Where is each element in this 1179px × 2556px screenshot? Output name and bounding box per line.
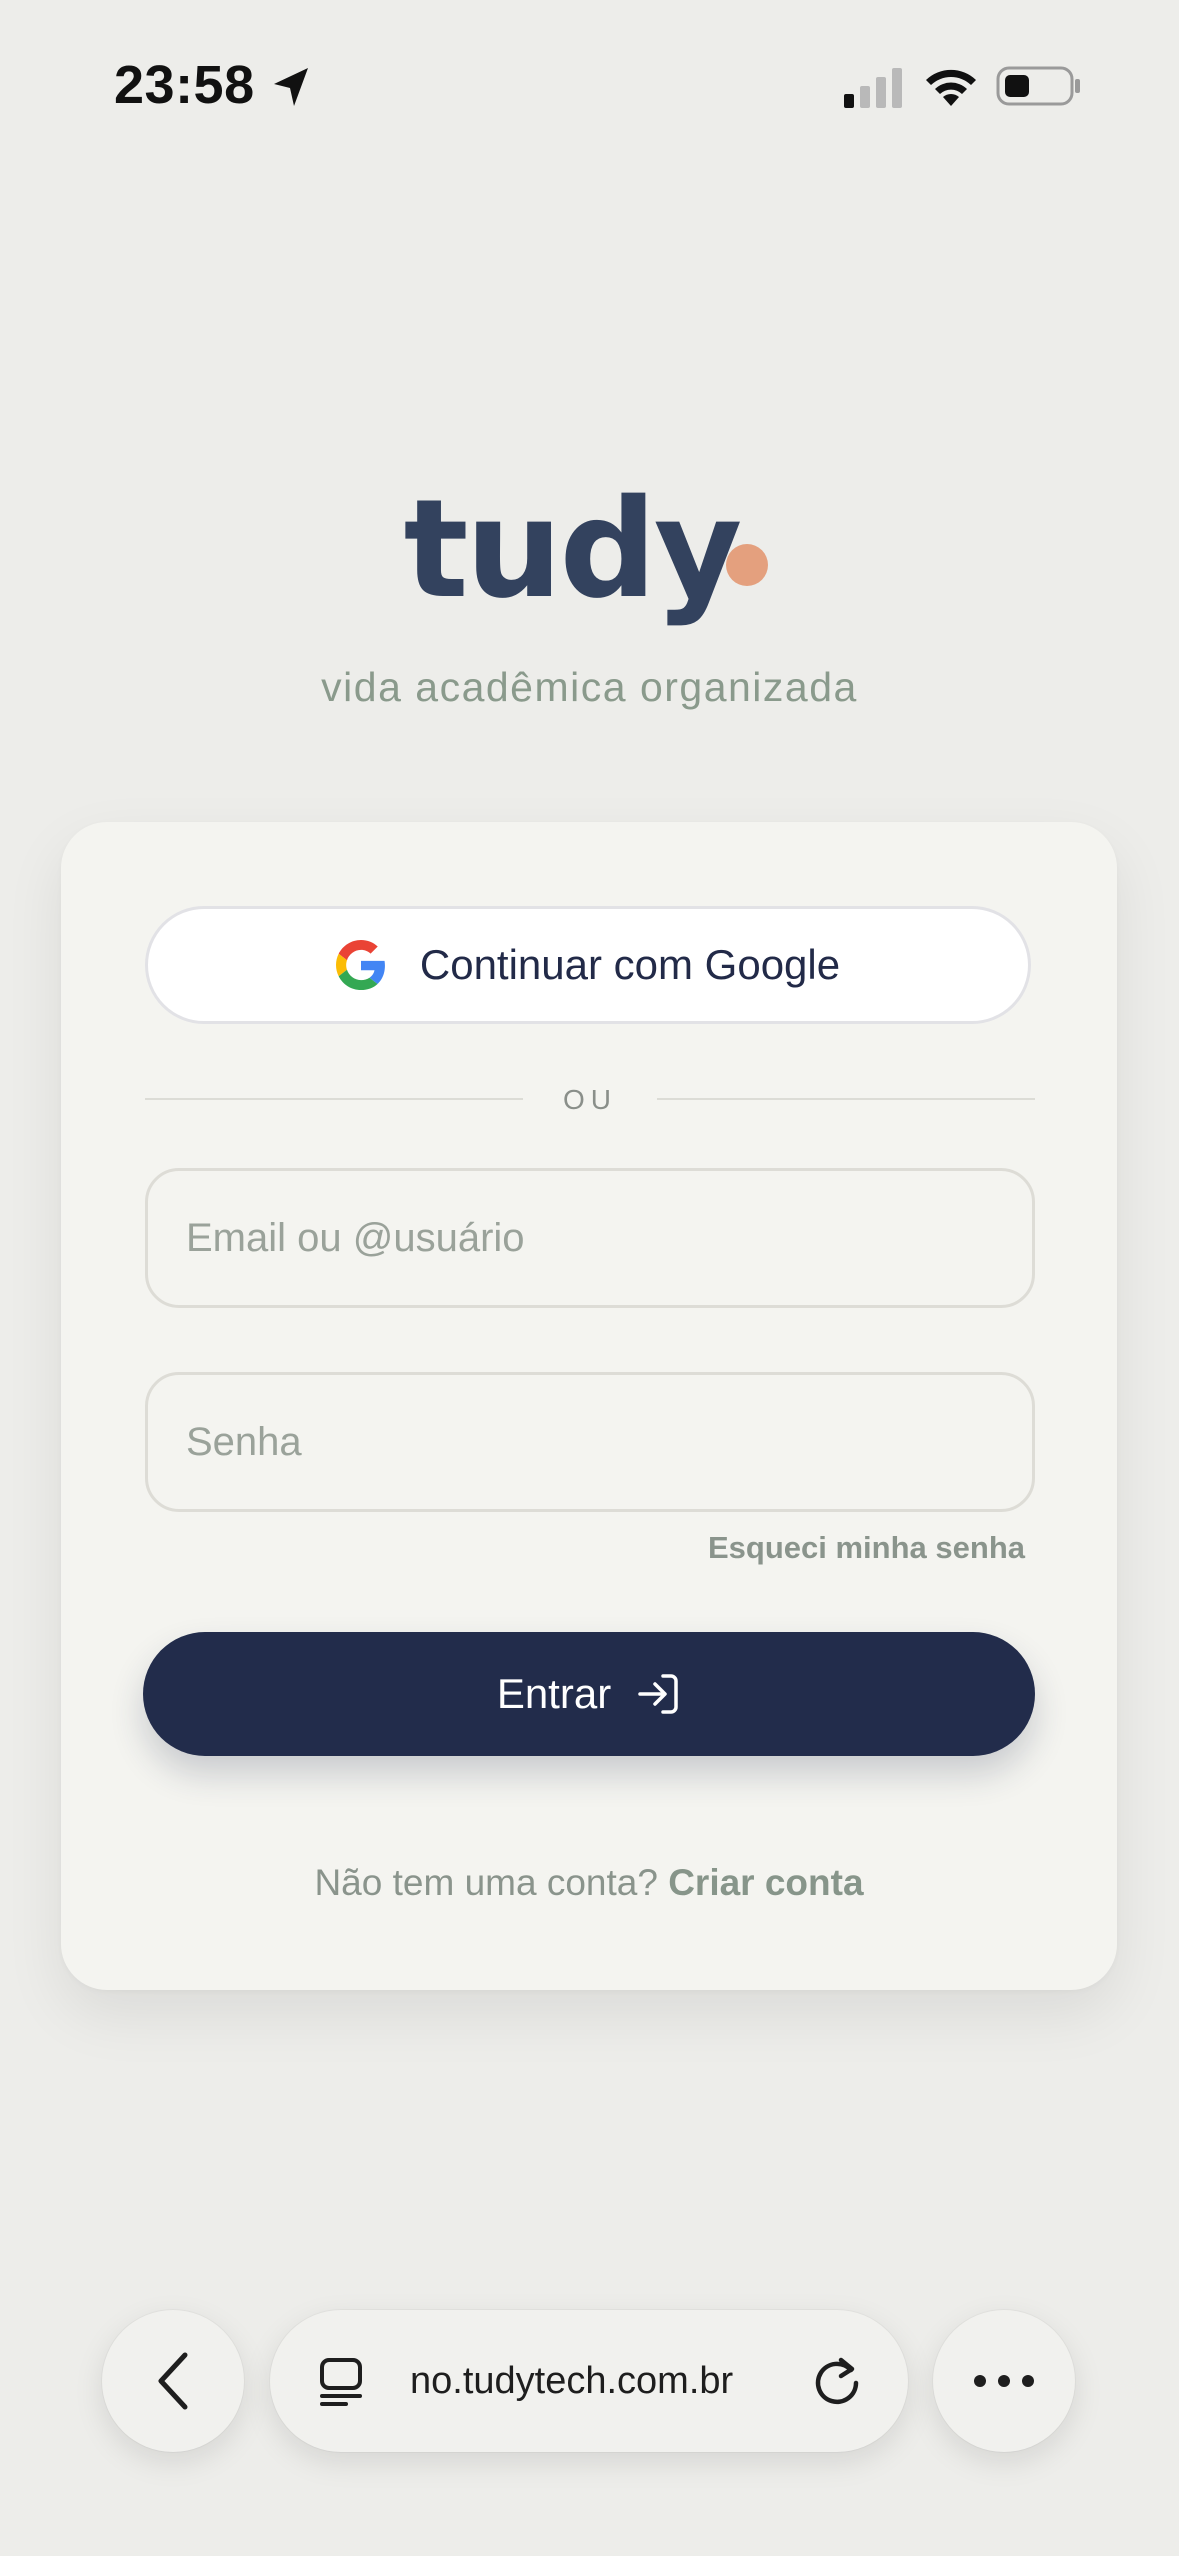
signup-prompt: Não tem uma conta? Criar conta	[61, 1862, 1117, 1904]
reload-icon[interactable]	[810, 2354, 864, 2408]
google-signin-button[interactable]: Continuar com Google	[145, 906, 1031, 1024]
tabs-icon	[320, 2358, 362, 2406]
login-submit-label: Entrar	[496, 1670, 612, 1717]
create-account-link[interactable]: Criar conta	[668, 1862, 863, 1903]
wifi-icon	[926, 69, 976, 106]
address-bar[interactable]: no.tudytech.com.br	[270, 2310, 908, 2452]
tagline: vida acadêmica organizada	[321, 664, 858, 710]
or-divider: OU	[145, 1084, 1035, 1115]
google-button-label: Continuar com Google	[419, 941, 841, 988]
more-icon	[974, 2375, 1034, 2387]
divider-line-right	[657, 1098, 1035, 1100]
google-icon	[335, 940, 385, 990]
battery-icon	[996, 66, 1080, 106]
forgot-password-link[interactable]: Esqueci minha senha	[708, 1530, 1025, 1566]
password-input[interactable]	[145, 1372, 1035, 1512]
login-arrow-icon	[638, 1674, 678, 1714]
signup-prompt-text: Não tem uma conta?	[314, 1862, 658, 1903]
url-text: no.tudytech.com.br	[410, 2360, 734, 2402]
logo-dot	[726, 544, 768, 586]
login-card: Continuar com Google OU Esqueci minha se…	[61, 822, 1117, 1990]
browser-more-button[interactable]	[933, 2310, 1075, 2452]
email-username-input[interactable]	[145, 1168, 1035, 1308]
logo-text: tudy	[403, 471, 743, 629]
status-time: 23:58	[114, 55, 255, 115]
browser-back-button[interactable]	[102, 2310, 244, 2452]
brand-logo: tudy	[0, 460, 1179, 640]
cellular-signal-icon	[844, 68, 902, 108]
status-bar: 23:58	[0, 0, 1179, 170]
login-submit-button[interactable]: Entrar	[143, 1632, 1035, 1756]
divider-text: OU	[563, 1084, 617, 1115]
back-chevron-icon	[158, 2352, 188, 2410]
location-arrow-icon	[274, 68, 308, 106]
